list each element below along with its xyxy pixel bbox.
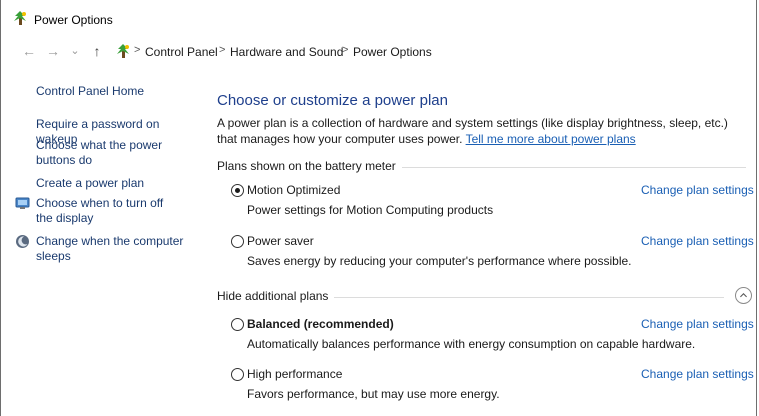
- forward-arrow-icon[interactable]: →: [45, 43, 61, 59]
- sidebar-item-control-panel-home[interactable]: Control Panel Home: [36, 84, 201, 99]
- power-options-icon: [14, 11, 26, 25]
- page-description: A power plan is a collection of hardware…: [217, 115, 737, 147]
- control-panel-icon: [117, 44, 129, 58]
- plan-radio-balanced[interactable]: [231, 318, 244, 331]
- change-plan-settings-link[interactable]: Change plan settings: [641, 234, 754, 248]
- plan-radio-motion-optimized[interactable]: [231, 184, 244, 197]
- breadcrumb-hardware-and-sound[interactable]: Hardware and Sound: [230, 45, 343, 59]
- recent-locations-icon[interactable]: ⌄: [67, 43, 83, 59]
- additional-plans-section-header: Hide additional plans: [217, 287, 752, 305]
- plan-description: Saves energy by reducing your computer's…: [247, 254, 632, 268]
- breadcrumb-power-options[interactable]: Power Options: [353, 45, 432, 59]
- change-plan-settings-link[interactable]: Change plan settings: [641, 367, 754, 381]
- power-options-window: Power Options ← → ⌄ ↑ > Control Panel > …: [0, 0, 757, 416]
- plan-radio-power-saver[interactable]: [231, 235, 244, 248]
- breadcrumb-separator: >: [219, 44, 226, 56]
- title-bar: Power Options: [1, 0, 756, 34]
- up-arrow-icon[interactable]: ↑: [89, 43, 105, 59]
- tell-me-more-link[interactable]: Tell me more about power plans: [466, 132, 636, 146]
- plan-name[interactable]: Balanced (recommended): [247, 317, 394, 331]
- breadcrumb-control-panel[interactable]: Control Panel: [145, 45, 218, 59]
- change-plan-settings-link[interactable]: Change plan settings: [641, 317, 754, 331]
- plan-description: Power settings for Motion Computing prod…: [247, 203, 494, 217]
- page-title: Choose or customize a power plan: [217, 92, 448, 109]
- hide-additional-plans-label[interactable]: Hide additional plans: [217, 289, 335, 303]
- breadcrumb-separator: >: [342, 44, 349, 56]
- plan-name[interactable]: High performance: [247, 367, 342, 381]
- change-plan-settings-link[interactable]: Change plan settings: [641, 183, 754, 197]
- plan-name[interactable]: Motion Optimized: [247, 183, 340, 197]
- back-arrow-icon[interactable]: ←: [21, 43, 37, 59]
- battery-meter-label: Plans shown on the battery meter: [217, 159, 402, 173]
- chevron-up-icon[interactable]: [735, 287, 752, 304]
- breadcrumb-separator: >: [134, 44, 141, 56]
- address-bar: ← → ⌄ ↑ > Control Panel > Hardware and S…: [1, 34, 756, 68]
- window-title: Power Options: [34, 13, 113, 27]
- plan-description: Favors performance, but may use more ene…: [247, 387, 500, 401]
- plan-description: Automatically balances performance with …: [247, 337, 696, 351]
- battery-meter-section-header: Plans shown on the battery meter: [217, 159, 746, 175]
- moon-icon: [16, 235, 29, 248]
- sidebar-item-power-buttons[interactable]: Choose what the power buttons do: [36, 138, 166, 168]
- sidebar-item-create-plan[interactable]: Create a power plan: [36, 176, 201, 191]
- plan-name[interactable]: Power saver: [247, 234, 314, 248]
- sidebar-item-computer-sleeps[interactable]: Change when the computer sleeps: [36, 234, 186, 264]
- display-icon: [15, 197, 30, 209]
- sidebar-item-turn-off-display[interactable]: Choose when to turn off the display: [36, 196, 176, 226]
- plan-radio-high-performance[interactable]: [231, 368, 244, 381]
